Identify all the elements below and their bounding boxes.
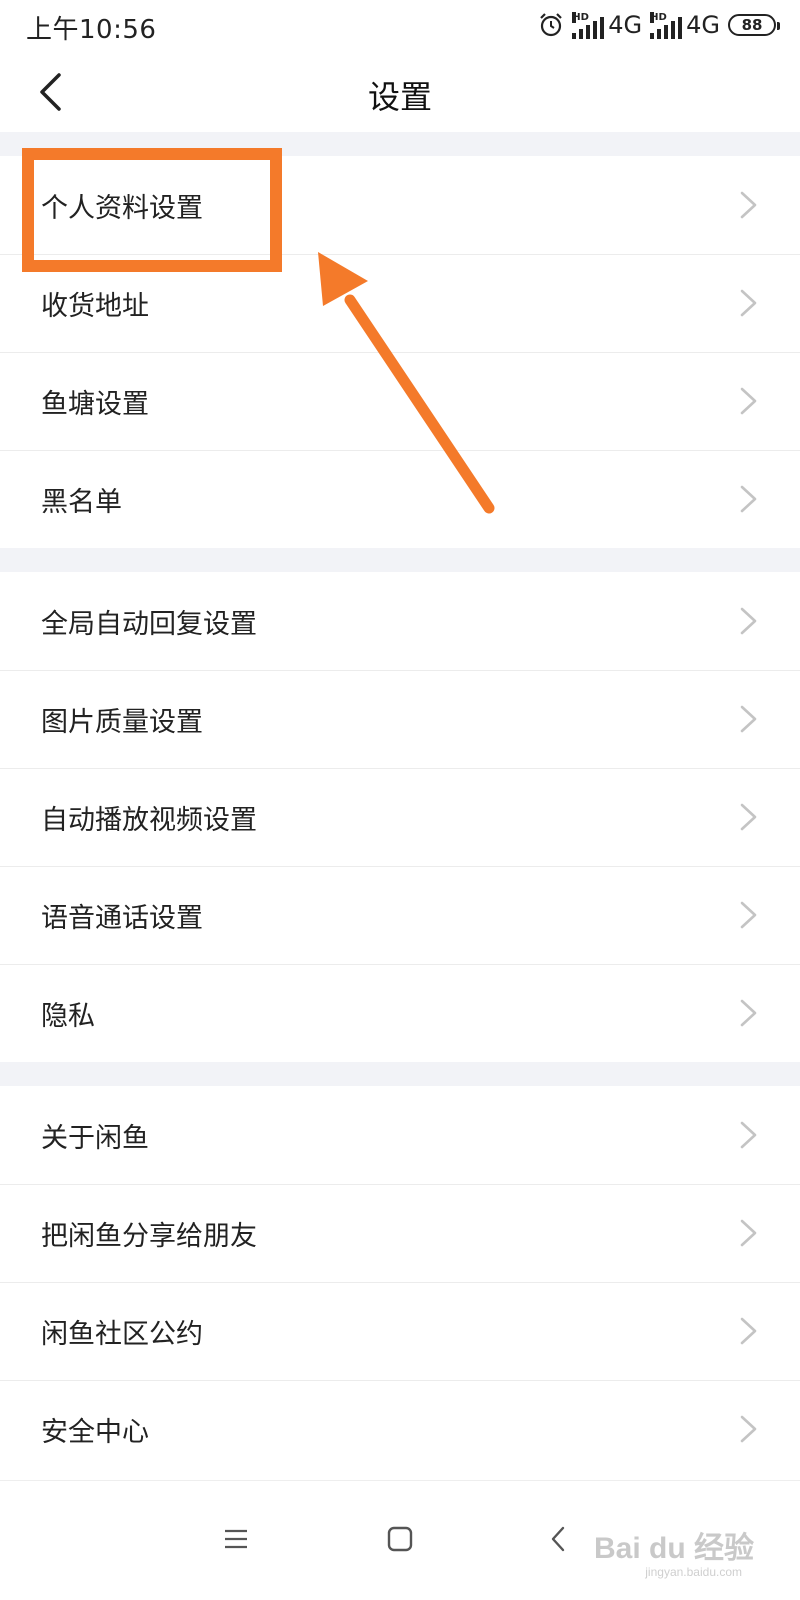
settings-item-profile[interactable]: 个人资料设置 <box>0 156 800 254</box>
recent-apps-button[interactable] <box>216 1519 256 1559</box>
watermark-url: jingyan.baidu.com <box>645 1565 742 1579</box>
settings-item-about[interactable]: 关于闲鱼 <box>0 1086 800 1184</box>
settings-item-label: 安全中心 <box>41 1416 149 1448</box>
settings-item-label: 把闲鱼分享给朋友 <box>41 1220 257 1252</box>
settings-item-fishpond[interactable]: 鱼塘设置 <box>0 352 800 450</box>
settings-item-community-rules[interactable]: 闲鱼社区公约 <box>0 1282 800 1380</box>
chevron-right-icon <box>740 485 757 513</box>
settings-item-address[interactable]: 收货地址 <box>0 254 800 352</box>
battery-indicator: 88 <box>728 14 780 36</box>
settings-item-label: 收货地址 <box>41 290 149 322</box>
watermark: Bai du 经验 <box>593 1532 754 1565</box>
settings-item-label: 图片质量设置 <box>41 706 203 738</box>
chevron-right-icon <box>740 803 757 831</box>
chevron-right-icon <box>740 1317 757 1345</box>
chevron-right-icon <box>740 607 757 635</box>
alarm-icon <box>540 13 563 37</box>
chevron-right-icon <box>740 1415 757 1443</box>
network-type: 4G <box>686 11 720 39</box>
settings-item-label: 关于闲鱼 <box>41 1122 149 1154</box>
network-type: 4G <box>608 11 643 39</box>
chevron-right-icon <box>740 705 757 733</box>
title-bar: 设置 <box>0 50 800 132</box>
chevron-right-icon <box>740 289 757 317</box>
system-nav-bar: Bai du 经验 jingyan.baidu.com <box>0 1480 800 1600</box>
status-time: 上午10:56 <box>26 15 157 45</box>
settings-item-image-quality[interactable]: 图片质量设置 <box>0 670 800 768</box>
settings-item-label: 语音通话设置 <box>41 902 203 934</box>
status-icons: HD 4G HD 4G 88 <box>538 10 780 40</box>
chevron-right-icon <box>740 387 757 415</box>
chevron-right-icon <box>740 999 757 1027</box>
chevron-right-icon <box>740 191 757 219</box>
settings-item-share[interactable]: 把闲鱼分享给朋友 <box>0 1184 800 1282</box>
settings-list: 个人资料设置 收货地址 鱼塘设置 黑名单 全局自动回复设置 图片质量设置 自动播… <box>0 132 800 1478</box>
settings-item-label: 自动播放视频设置 <box>41 804 257 836</box>
chevron-right-icon <box>740 1121 757 1149</box>
settings-item-label: 鱼塘设置 <box>41 388 149 420</box>
square-home-icon <box>387 1526 413 1552</box>
settings-item-label: 闲鱼社区公约 <box>41 1318 203 1350</box>
signal-1: HD 4G <box>572 11 642 39</box>
chevron-right-icon <box>740 901 757 929</box>
page-title: 设置 <box>367 78 432 116</box>
status-bar: 上午10:56 HD 4G HD 4G 88 <box>0 0 800 50</box>
chevron-right-icon <box>740 1219 757 1247</box>
signal-bars-icon: HD <box>650 12 683 39</box>
settings-item-label: 个人资料设置 <box>41 192 203 224</box>
settings-item-label: 隐私 <box>41 1000 95 1032</box>
settings-item-privacy[interactable]: 隐私 <box>0 964 800 1062</box>
menu-icon <box>225 1529 247 1549</box>
section-divider <box>0 548 800 572</box>
settings-item-autoplay-video[interactable]: 自动播放视频设置 <box>0 768 800 866</box>
settings-item-label: 黑名单 <box>41 486 122 518</box>
settings-item-blacklist[interactable]: 黑名单 <box>0 450 800 548</box>
home-button[interactable] <box>380 1519 420 1559</box>
settings-item-auto-reply[interactable]: 全局自动回复设置 <box>0 572 800 670</box>
section-divider <box>0 132 800 156</box>
settings-item-label: 全局自动回复设置 <box>41 608 257 640</box>
signal-2: HD 4G <box>650 11 720 39</box>
nav-back-button[interactable] <box>538 1519 578 1559</box>
signal-bars-icon: HD <box>572 12 605 39</box>
settings-item-security-center[interactable]: 安全中心 <box>0 1380 800 1478</box>
section-divider <box>0 1062 800 1086</box>
chevron-left-icon <box>551 1526 565 1552</box>
settings-item-voice-call[interactable]: 语音通话设置 <box>0 866 800 964</box>
